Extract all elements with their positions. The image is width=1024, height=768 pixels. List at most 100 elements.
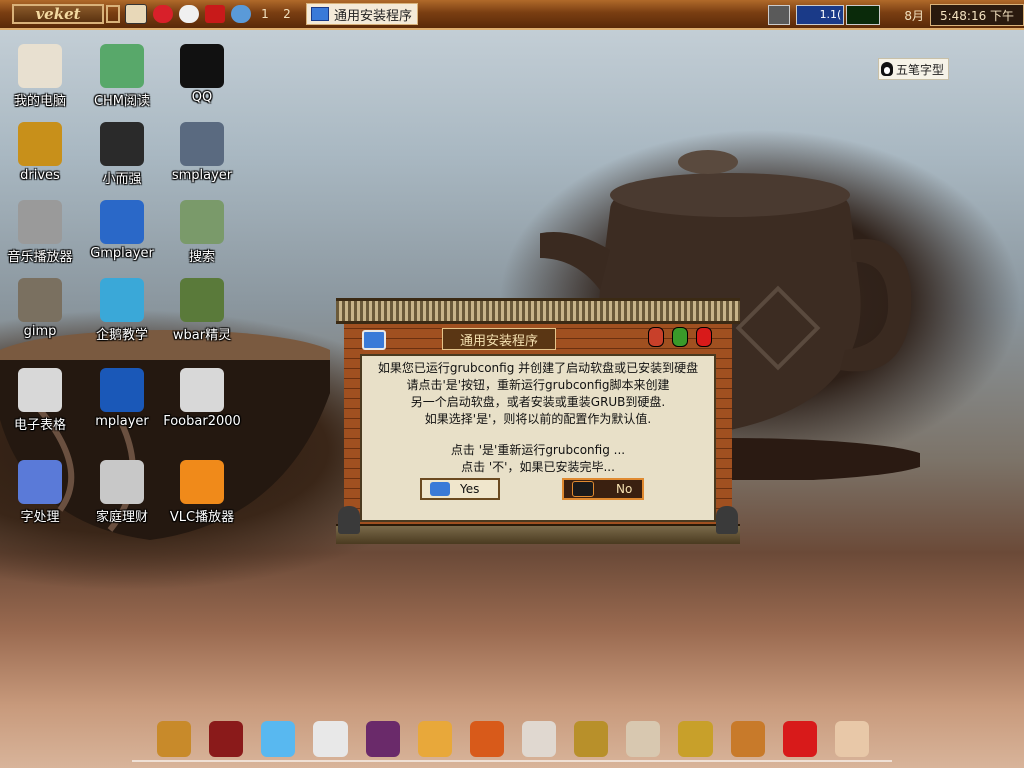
fire-icon[interactable] [469, 721, 504, 757]
abacus-icon[interactable] [574, 721, 609, 757]
window-controls [640, 327, 712, 347]
spreadsheet-icon [18, 368, 62, 412]
lion-statue-left-icon [338, 506, 360, 534]
treasure-icon[interactable] [678, 721, 713, 757]
dialog-roof [336, 298, 740, 324]
start-button[interactable]: veket [12, 4, 104, 24]
search-icon [180, 200, 224, 244]
desktop-icon[interactable]: wbar精灵 [162, 278, 242, 343]
dialog-title: 通用安装程序 [442, 328, 556, 350]
desktop-icon-label: wbar精灵 [172, 328, 232, 343]
memory-graph-icon [846, 5, 881, 25]
desktop-icon-label: 小而强 [102, 172, 142, 187]
desktop-icon[interactable]: smplayer [162, 122, 242, 183]
dialog-base [336, 524, 740, 544]
desktop-icon-label: Foobar2000 [163, 414, 241, 429]
hint-line: 点击 '不'，如果已安装完毕... [461, 460, 615, 474]
desktop-icon[interactable]: Foobar2000 [162, 368, 242, 429]
message-line: 另一个启动软盘，或者安装或重装GRUB到硬盘. [410, 395, 666, 409]
desktop-icon-label: QQ [191, 90, 213, 105]
desktop-icon[interactable]: 电子表格 [0, 368, 80, 433]
window-icon [311, 7, 329, 21]
penguin-teach-icon [100, 278, 144, 322]
chm-reader-icon [100, 44, 144, 88]
minimize-lantern-icon[interactable] [648, 327, 664, 347]
back-arrow-icon [430, 482, 450, 496]
desktop-icon-label: mplayer [95, 414, 149, 429]
media-icon[interactable] [365, 721, 400, 757]
notes-icon[interactable] [313, 721, 348, 757]
palace-icon[interactable] [157, 721, 192, 757]
terminal-icon[interactable] [209, 721, 244, 757]
ime-indicator[interactable]: 五笔字型 [878, 58, 950, 80]
system-tray: 1.1( 8月 5:48:16 下午 [768, 3, 1024, 27]
show-desktop-icon[interactable] [125, 4, 147, 24]
browser-icon[interactable] [261, 721, 296, 757]
word-processor-icon [18, 460, 62, 504]
editor-icon[interactable] [521, 721, 557, 757]
desktop-icon-label: VLC播放器 [169, 510, 235, 525]
task-item-installer[interactable]: 通用安装程序 [306, 3, 418, 25]
desktop-icon-label: Gmplayer [90, 246, 154, 261]
dialog-brick-frame: 通用安装程序 如果您已运行grubconfig 并创建了启动软盘或已安装到硬盘 … [344, 324, 732, 538]
mplayer-icon [100, 368, 144, 412]
task-item-label: 通用安装程序 [334, 8, 413, 24]
refresh-icon[interactable] [231, 5, 251, 23]
close-lantern-icon[interactable] [696, 327, 712, 347]
desktop-icon-label: CHM阅读 [93, 94, 151, 109]
music-icon[interactable] [153, 5, 173, 23]
desktop-icon[interactable]: VLC播放器 [162, 460, 242, 525]
bug-icon [572, 481, 594, 497]
network-grid-icon[interactable] [768, 5, 791, 25]
flag-icon[interactable] [205, 5, 225, 23]
ime-label: 五笔字型 [896, 62, 945, 77]
penguin-icon [881, 62, 893, 76]
desktop-icon[interactable]: 家庭理财 [82, 460, 162, 525]
desktop-icon[interactable]: 音乐播放器 [0, 200, 80, 265]
message-panel: 如果您已运行grubconfig 并创建了启动软盘或已安装到硬盘 请点击'是'按… [360, 354, 716, 522]
bottom-dock [148, 716, 878, 762]
painting-icon[interactable] [417, 721, 452, 757]
desktop-icon[interactable]: drives [0, 122, 80, 183]
desktop-icon[interactable]: 搜索 [162, 200, 242, 265]
knot-icon[interactable] [782, 721, 817, 757]
desktop-icon[interactable]: 我的电脑 [0, 44, 80, 109]
calculator-icon [100, 460, 144, 504]
desktop-icon[interactable]: Gmplayer [82, 200, 162, 261]
drives-icon [18, 122, 62, 166]
foobar-icon [180, 368, 224, 412]
message-line: 如果选择'是'，则将以前的配置作为默认值. [424, 412, 652, 426]
ink-icon[interactable] [834, 721, 869, 757]
desktop-icon[interactable]: 字处理 [0, 460, 80, 525]
desktop-icon-label: drives [20, 168, 60, 183]
workspace-2[interactable]: 2 [276, 7, 298, 21]
speaker-icon [18, 200, 62, 244]
wbar-icon [180, 278, 224, 322]
maximize-lantern-icon[interactable] [672, 327, 688, 347]
usb-drive-icon [100, 122, 144, 166]
yes-button[interactable]: Yes [420, 478, 500, 500]
workspace-1[interactable]: 1 [254, 7, 276, 21]
desktop-icon-label: 电子表格 [13, 418, 66, 433]
desktop-icon-label: 我的电脑 [13, 94, 66, 109]
gmplayer-icon [100, 200, 144, 244]
desktop-icon-label: 字处理 [20, 510, 60, 525]
desktop-icon[interactable]: mplayer [82, 368, 162, 429]
message-line: 如果您已运行grubconfig 并创建了启动软盘或已安装到硬盘 [377, 361, 699, 375]
no-button[interactable]: No [562, 478, 644, 500]
window-icon [362, 330, 386, 350]
tea-icon[interactable] [730, 721, 765, 757]
desktop-icon[interactable]: CHM阅读 [82, 44, 162, 109]
picture-icon[interactable] [626, 721, 661, 757]
desktop-icon[interactable]: 小而强 [82, 122, 162, 187]
desktop-icon-label: smplayer [171, 168, 233, 183]
date-label: 8月 [904, 8, 924, 23]
desktop-icon[interactable]: QQ [162, 44, 242, 105]
desktop-icon[interactable]: gimp [0, 278, 80, 339]
magnifier-icon[interactable] [179, 5, 199, 23]
hint-line: 点击 '是'重新运行grubconfig ... [450, 443, 626, 457]
smplayer-icon [180, 122, 224, 166]
clock[interactable]: 5:48:16 下午 [930, 4, 1024, 26]
desktop-icon[interactable]: 企鹅教学 [82, 278, 162, 343]
yes-label: Yes [460, 482, 480, 496]
